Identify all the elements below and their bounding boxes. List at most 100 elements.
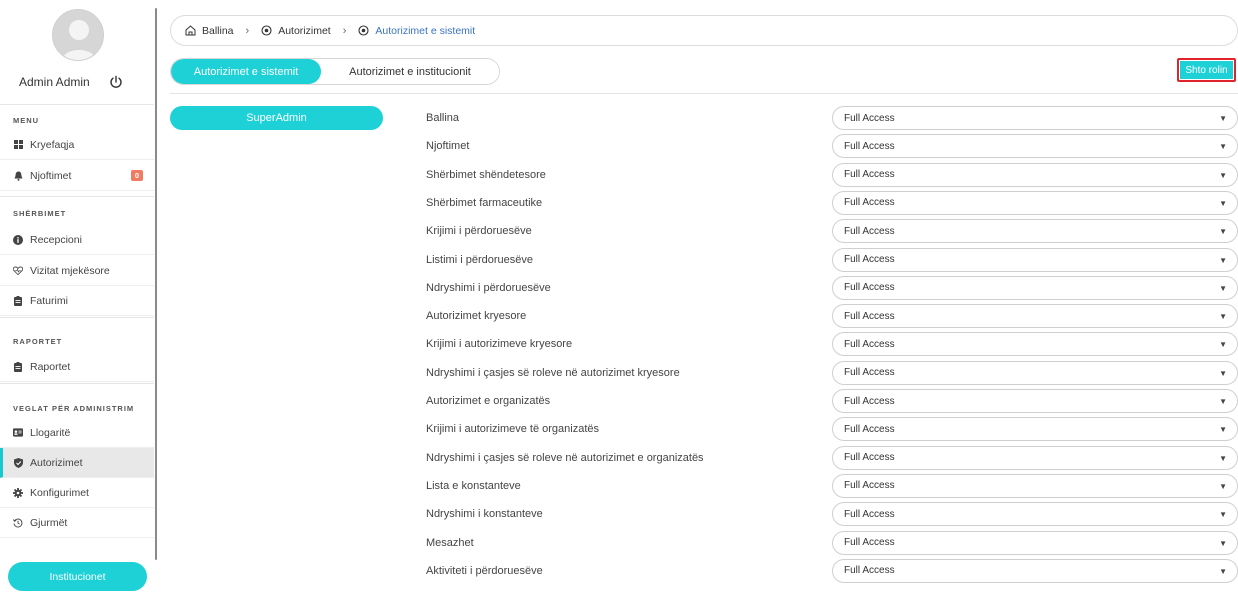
caret-down-icon: ▼ bbox=[1219, 368, 1227, 378]
permission-label: Ndryshimi i përdoruesëve bbox=[426, 281, 551, 294]
caret-down-icon: ▼ bbox=[1219, 425, 1227, 435]
user-avatar-icon bbox=[53, 10, 103, 60]
permission-access-select[interactable]: Full Access ▼ bbox=[832, 106, 1238, 130]
sidebar-item-njoftimet[interactable]: Njoftimet 0 bbox=[0, 161, 154, 191]
permission-label: Aktiviteti i përdoruesëve bbox=[426, 564, 543, 577]
permission-access-select[interactable]: Full Access ▼ bbox=[832, 275, 1238, 300]
role-superadmin[interactable]: SuperAdmin bbox=[170, 106, 383, 130]
permission-access-select[interactable]: Full Access ▼ bbox=[832, 162, 1238, 187]
id-card-icon bbox=[13, 428, 23, 438]
permission-access-select[interactable]: Full Access ▼ bbox=[832, 360, 1238, 385]
power-icon[interactable] bbox=[108, 74, 124, 90]
history-icon bbox=[13, 518, 23, 528]
divider bbox=[0, 196, 154, 197]
add-role-button[interactable]: Shto rolin bbox=[1177, 58, 1236, 82]
sidebar-item-kryefaqja[interactable]: Kryefaqja bbox=[0, 130, 154, 160]
caret-down-icon: ▼ bbox=[1219, 481, 1227, 491]
permission-label: Lista e konstanteve bbox=[426, 479, 521, 492]
cog-icon bbox=[13, 487, 23, 498]
permission-access-select[interactable]: Full Access ▼ bbox=[832, 389, 1238, 413]
permission-access-select[interactable]: Full Access ▼ bbox=[832, 558, 1238, 583]
caret-down-icon: ▼ bbox=[1219, 453, 1227, 463]
permission-access-select[interactable]: Full Access ▼ bbox=[832, 304, 1238, 329]
divider bbox=[0, 317, 154, 318]
breadcrumb-level1-label: Autorizimet bbox=[278, 24, 331, 37]
sidebar-item-label: Llogaritë bbox=[30, 426, 71, 439]
permission-access-value: Full Access bbox=[844, 225, 895, 237]
permission-access-value: Full Access bbox=[844, 310, 895, 322]
caret-down-icon: ▼ bbox=[1219, 312, 1227, 322]
permission-access-select[interactable]: Full Access ▼ bbox=[832, 530, 1238, 555]
divider bbox=[0, 104, 154, 105]
sidebar-item-raportet[interactable]: Raportet bbox=[0, 352, 154, 382]
breadcrumb-home[interactable]: Ballina bbox=[185, 25, 234, 37]
breadcrumb: Ballina › Autorizimet › Autorizimet e si… bbox=[170, 15, 1238, 46]
permission-access-value: Full Access bbox=[844, 112, 895, 124]
permission-access-select[interactable]: Full Access ▼ bbox=[832, 473, 1238, 498]
permission-access-value: Full Access bbox=[844, 282, 895, 294]
section-title-reports: RAPORTET bbox=[13, 337, 63, 346]
toggle-icon bbox=[358, 25, 369, 36]
sidebar-item-vizitat-mjekesore[interactable]: Vizitat mjekësore bbox=[0, 256, 154, 286]
permission-label: Autorizimet kryesore bbox=[426, 310, 527, 323]
breadcrumb-autorizimet[interactable]: Autorizimet bbox=[261, 25, 331, 37]
permission-label: Krijimi i përdoruesëve bbox=[426, 225, 532, 238]
permission-label: Mesazhet bbox=[426, 536, 474, 549]
breadcrumb-home-label: Ballina bbox=[202, 24, 234, 37]
permission-access-select[interactable]: Full Access ▼ bbox=[832, 134, 1238, 159]
sidebar-item-faturimi[interactable]: Faturimi bbox=[0, 286, 154, 316]
permission-access-select[interactable]: Full Access ▼ bbox=[832, 332, 1238, 357]
sidebar-item-konfigurimet[interactable]: Konfigurimet bbox=[0, 478, 154, 508]
avatar[interactable] bbox=[52, 9, 104, 61]
authorization-tabs: Autorizimet e sistemit Autorizimet e ins… bbox=[170, 58, 500, 85]
permission-access-value: Full Access bbox=[844, 169, 895, 181]
toggle-icon bbox=[261, 25, 272, 36]
permission-label: Autorizimet e organizatës bbox=[426, 395, 551, 407]
section-title-services: SHËRBIMET bbox=[13, 209, 67, 218]
dashboard-icon bbox=[13, 140, 23, 150]
caret-down-icon: ▼ bbox=[1219, 538, 1227, 548]
info-icon bbox=[13, 234, 23, 245]
permission-access-value: Full Access bbox=[844, 508, 895, 520]
heart-icon bbox=[13, 265, 23, 276]
sidebar-item-label: Raportet bbox=[30, 360, 71, 373]
tab-system-authorizations[interactable]: Autorizimet e sistemit bbox=[171, 59, 321, 84]
tab-institution-authorizations[interactable]: Autorizimet e institucionit bbox=[321, 59, 499, 84]
permission-access-select[interactable]: Full Access ▼ bbox=[832, 219, 1238, 244]
section-title-menu: MENU bbox=[13, 116, 40, 125]
chevron-right-icon: › bbox=[245, 24, 250, 37]
caret-down-icon: ▼ bbox=[1219, 255, 1227, 265]
divider bbox=[0, 383, 154, 384]
permission-label: Shërbimet shëndetesore bbox=[426, 168, 546, 181]
permission-access-select[interactable]: Full Access ▼ bbox=[832, 190, 1238, 215]
sidebar-scrollbar[interactable] bbox=[155, 8, 157, 560]
caret-down-icon: ▼ bbox=[1219, 283, 1227, 293]
sidebar-item-autorizimet[interactable]: Autorizimet bbox=[0, 448, 154, 478]
permission-access-value: Full Access bbox=[844, 197, 895, 209]
institutions-button[interactable]: Institucionet bbox=[8, 562, 147, 591]
divider bbox=[170, 93, 1238, 94]
caret-down-icon: ▼ bbox=[1219, 397, 1227, 406]
permission-access-select[interactable]: Full Access ▼ bbox=[832, 417, 1238, 442]
permission-access-value: Full Access bbox=[844, 395, 895, 407]
permission-access-value: Full Access bbox=[844, 423, 895, 435]
add-role-label: Shto rolin bbox=[1180, 61, 1233, 79]
sidebar-item-gjurmet[interactable]: Gjurmët bbox=[0, 508, 154, 538]
permission-access-select[interactable]: Full Access ▼ bbox=[832, 502, 1238, 527]
permission-label: Ndryshimi i çasjes së roleve në autorizi… bbox=[426, 451, 704, 464]
permission-access-value: Full Access bbox=[844, 537, 895, 548]
permission-label: Listimi i përdoruesëve bbox=[426, 253, 533, 266]
notification-count-badge: 0 bbox=[131, 170, 143, 181]
permission-access-select[interactable]: Full Access ▼ bbox=[832, 247, 1238, 272]
permission-access-value: Full Access bbox=[844, 480, 895, 492]
sidebar-item-label: Faturimi bbox=[30, 294, 68, 307]
permission-label: Njoftimet bbox=[426, 140, 470, 153]
caret-down-icon: ▼ bbox=[1219, 510, 1227, 520]
sidebar-item-llogarite[interactable]: Llogaritë bbox=[0, 418, 154, 448]
clipboard-icon bbox=[13, 295, 23, 306]
caret-down-icon: ▼ bbox=[1219, 227, 1227, 237]
sidebar-item-label: Gjurmët bbox=[30, 516, 68, 529]
caret-down-icon: ▼ bbox=[1219, 566, 1227, 576]
permission-access-select[interactable]: Full Access ▼ bbox=[832, 445, 1238, 470]
sidebar-item-recepcioni[interactable]: Recepcioni bbox=[0, 225, 154, 255]
